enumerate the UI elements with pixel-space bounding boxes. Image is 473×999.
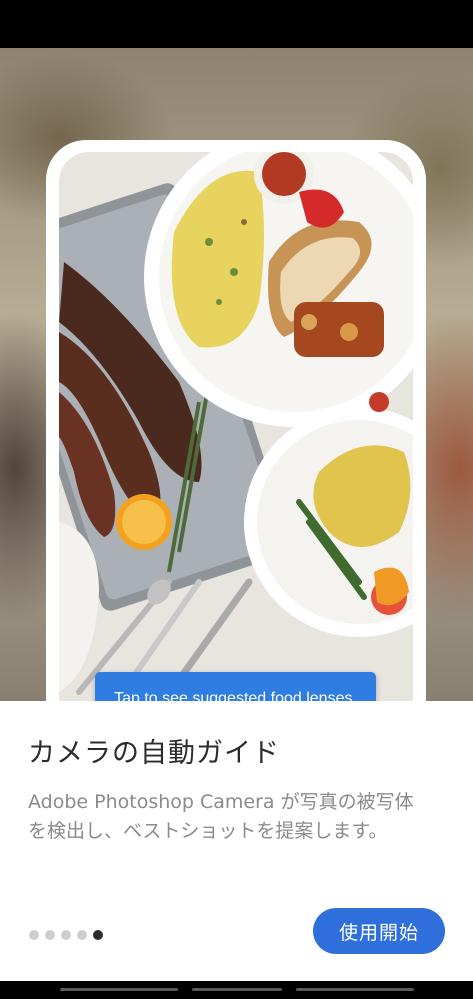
status-bar [0,0,473,48]
get-started-button[interactable]: 使用開始 [313,908,445,954]
page-dot-1[interactable] [29,930,39,940]
food-photo-illustration [59,152,413,701]
onboarding-title: カメラの自動ガイド [28,738,280,769]
phone-frame [46,140,426,701]
food-lens-tooltip[interactable]: Tap to see suggested food lenses. [95,672,376,701]
page-dot-5[interactable] [93,930,103,940]
page-indicator [29,930,103,940]
hero-image-area: Tap to see suggested food lenses. [0,48,473,701]
description-line-2: を検出し、ベストショットを提案します。 [28,820,388,842]
nav-back-line[interactable] [60,988,178,991]
nav-home-line[interactable] [192,988,282,991]
page-dot-4[interactable] [77,930,87,940]
nav-recent-line[interactable] [296,988,414,991]
description-line-1: Adobe Photoshop Camera が写真の被写体 [28,791,414,813]
page-dot-2[interactable] [45,930,55,940]
system-nav-bar [0,981,473,999]
page-dot-3[interactable] [61,930,71,940]
phone-screen-food-photo [59,152,413,701]
tooltip-text: Tap to see suggested food lenses. [114,690,357,701]
onboarding-panel: カメラの自動ガイド Adobe Photoshop Camera が写真の被写体… [0,701,473,981]
onboarding-description: Adobe Photoshop Camera が写真の被写体 を検出し、ベストシ… [28,788,448,846]
